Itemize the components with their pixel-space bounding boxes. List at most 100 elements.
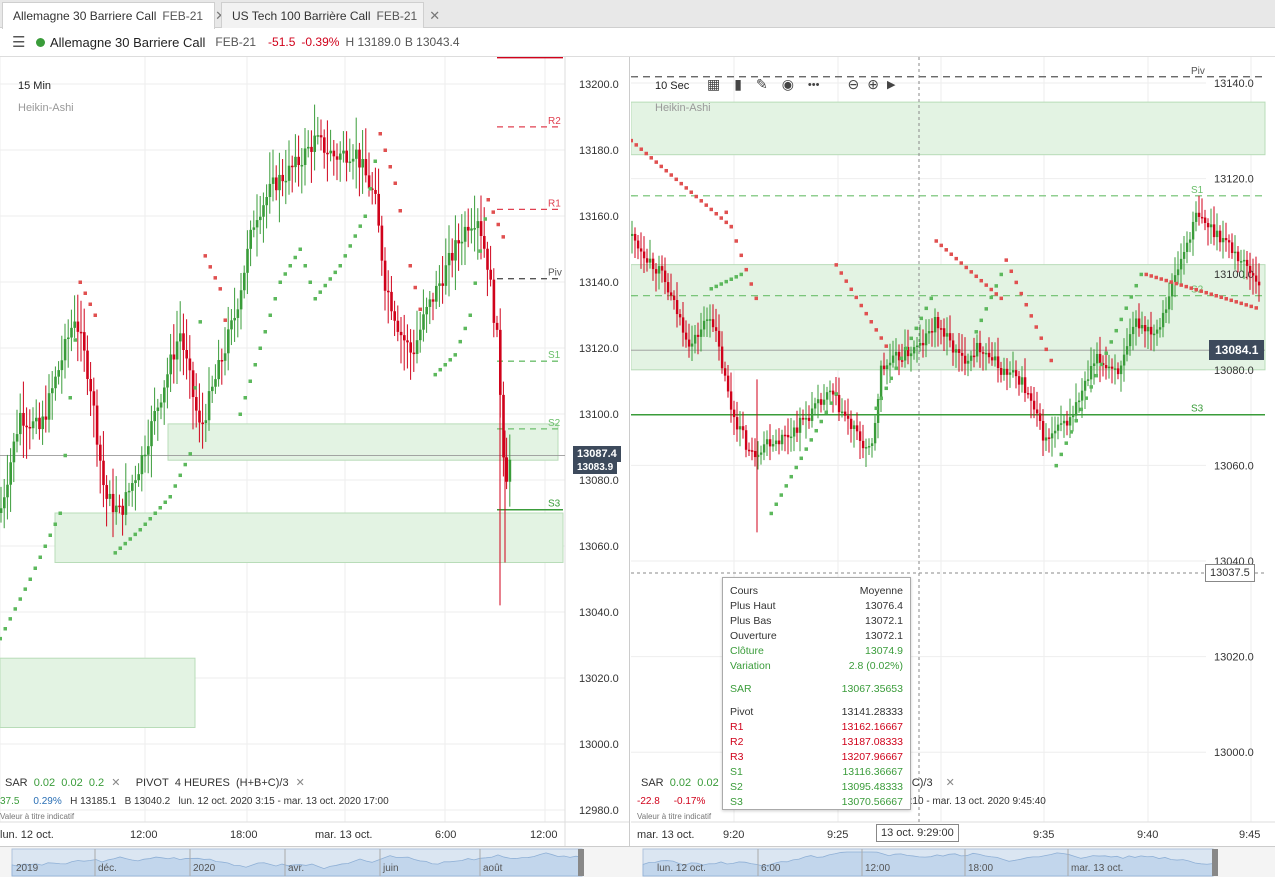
candle-body — [76, 321, 80, 332]
sar-dot — [1154, 275, 1158, 280]
remove-sar-icon[interactable]: ✕ — [111, 777, 120, 789]
tooltip-value: 13067.35653 — [841, 683, 903, 695]
candle-body — [131, 483, 134, 491]
candle-body — [217, 360, 220, 380]
candle-body — [825, 392, 829, 400]
timeline-navigator[interactable]: 2019 déc. 2020 avr. juin août lun. 12 oc… — [0, 846, 1275, 877]
sar-dot — [343, 254, 347, 258]
sar-dot — [1149, 274, 1153, 278]
timeframe-label[interactable]: 15 Min — [18, 80, 51, 92]
sar-dot — [1114, 328, 1118, 333]
sar-dot — [719, 216, 723, 220]
sar-dot — [739, 272, 743, 277]
candle-body — [828, 390, 832, 393]
y-axis-label: 13120.0 — [1214, 174, 1254, 186]
sar-dot — [1039, 336, 1043, 340]
sar-dot — [794, 465, 798, 470]
candle-body — [1065, 420, 1069, 426]
candle-body — [1023, 377, 1027, 394]
candle-body — [735, 417, 739, 430]
remove-pivot-icon[interactable]: ✕ — [946, 777, 955, 789]
tooltip-value: 13116.36667 — [842, 766, 903, 778]
chart-type-icon[interactable]: ▦ — [707, 76, 720, 93]
nav-label: 2019 — [16, 863, 39, 874]
candle-body — [383, 260, 387, 291]
candle-body — [393, 311, 396, 321]
candle-body — [86, 350, 89, 379]
hamburger-menu-icon[interactable]: ☰ — [12, 33, 30, 51]
sar-dot — [73, 338, 77, 342]
candle-body — [1059, 423, 1063, 425]
pencil-icon[interactable]: ✎ — [756, 76, 768, 93]
sar-dot — [463, 326, 467, 331]
sar-dot — [413, 285, 417, 290]
market-open-status-icon — [36, 37, 45, 47]
eye-icon[interactable]: ◉ — [782, 76, 794, 93]
tab-expiry: FEB-21 — [162, 9, 204, 23]
candle-body — [179, 333, 182, 342]
sar-dot — [218, 287, 222, 291]
sar-dot — [138, 528, 142, 532]
candle-body — [984, 352, 988, 355]
candle-body — [1074, 402, 1078, 416]
candle-body — [852, 425, 856, 429]
zoom-in-icon[interactable]: ⊕ — [867, 76, 879, 93]
timeframe-label[interactable]: 10 Sec — [655, 80, 689, 92]
candle-body — [297, 156, 300, 166]
sar-dot — [323, 283, 327, 288]
candle-body — [345, 150, 348, 163]
sar-dot — [1244, 303, 1248, 307]
sar-dot — [128, 537, 132, 541]
candle-body — [789, 436, 793, 439]
candle-body — [310, 146, 313, 152]
bar-chart-icon[interactable]: ▮ — [734, 76, 742, 93]
candle-body — [342, 150, 345, 154]
sar-dot — [754, 296, 758, 301]
candle-body — [67, 337, 70, 340]
candle-body — [1236, 251, 1240, 262]
candlestick-chart-15min[interactable]: R2 R1 Piv S1 S2 S3 13200.0 13180.0 13160.0 13140.… — [0, 57, 630, 846]
chart-info-line: 37.5 0.29% H 13185.1 B 13040.2 lun. 12 o… — [0, 796, 389, 807]
tab-allemagne-30[interactable]: Allemagne 30 Barriere Call FEB-21 ✕ — [2, 2, 226, 29]
candle-body — [6, 484, 9, 498]
candle-body — [57, 370, 60, 377]
pivot-label: R1 — [548, 198, 561, 209]
sar-dot — [398, 209, 402, 213]
chart-panel-15min[interactable]: R2 R1 Piv S1 S2 S3 13200.0 13180.0 13160.0 13140.… — [0, 57, 630, 846]
tooltip-label: Cours — [730, 585, 759, 597]
indicative-note: Valeur à titre indicatif — [0, 812, 75, 821]
candle-body — [951, 340, 955, 353]
candle-body — [1227, 240, 1231, 243]
sar-dot — [884, 386, 888, 391]
tooltip-label: Ouverture — [730, 630, 777, 642]
zoom-out-icon[interactable]: ⊖ — [847, 76, 859, 93]
pivot-label: S3 — [548, 499, 561, 510]
remove-pivot-icon[interactable]: ✕ — [296, 777, 305, 789]
candle-body — [762, 444, 766, 453]
sar-dot — [443, 363, 447, 367]
candle-body — [861, 440, 865, 449]
info-bid: B 13040.2 — [124, 796, 171, 807]
ohlc-tooltip: Cours Moyenne Plus Haut 13076.4 Plus Bas 13… — [722, 577, 911, 810]
sar-dot — [654, 160, 658, 164]
candle-body — [1116, 368, 1120, 375]
candle-body — [307, 146, 310, 149]
sar-dot — [631, 138, 633, 143]
sar-dot — [473, 281, 477, 285]
play-icon[interactable]: ▶ — [887, 78, 895, 91]
sar-dot — [393, 181, 397, 185]
candle-body — [798, 417, 802, 433]
tab-us-tech-100[interactable]: US Tech 100 Barrière Call FEB-21 ✕ — [221, 2, 440, 28]
sar-dot — [468, 313, 472, 317]
candle-body — [454, 240, 457, 261]
more-icon[interactable]: ••• — [808, 79, 820, 91]
sar-dot — [53, 522, 57, 526]
candle-body — [403, 335, 406, 341]
close-icon[interactable]: ✕ — [429, 8, 440, 24]
candle-body — [387, 290, 390, 293]
candle-body — [355, 149, 358, 159]
sar-dot — [699, 199, 703, 203]
candle-body — [885, 365, 889, 370]
sar-dot — [834, 392, 838, 396]
sar-dot — [824, 410, 828, 415]
